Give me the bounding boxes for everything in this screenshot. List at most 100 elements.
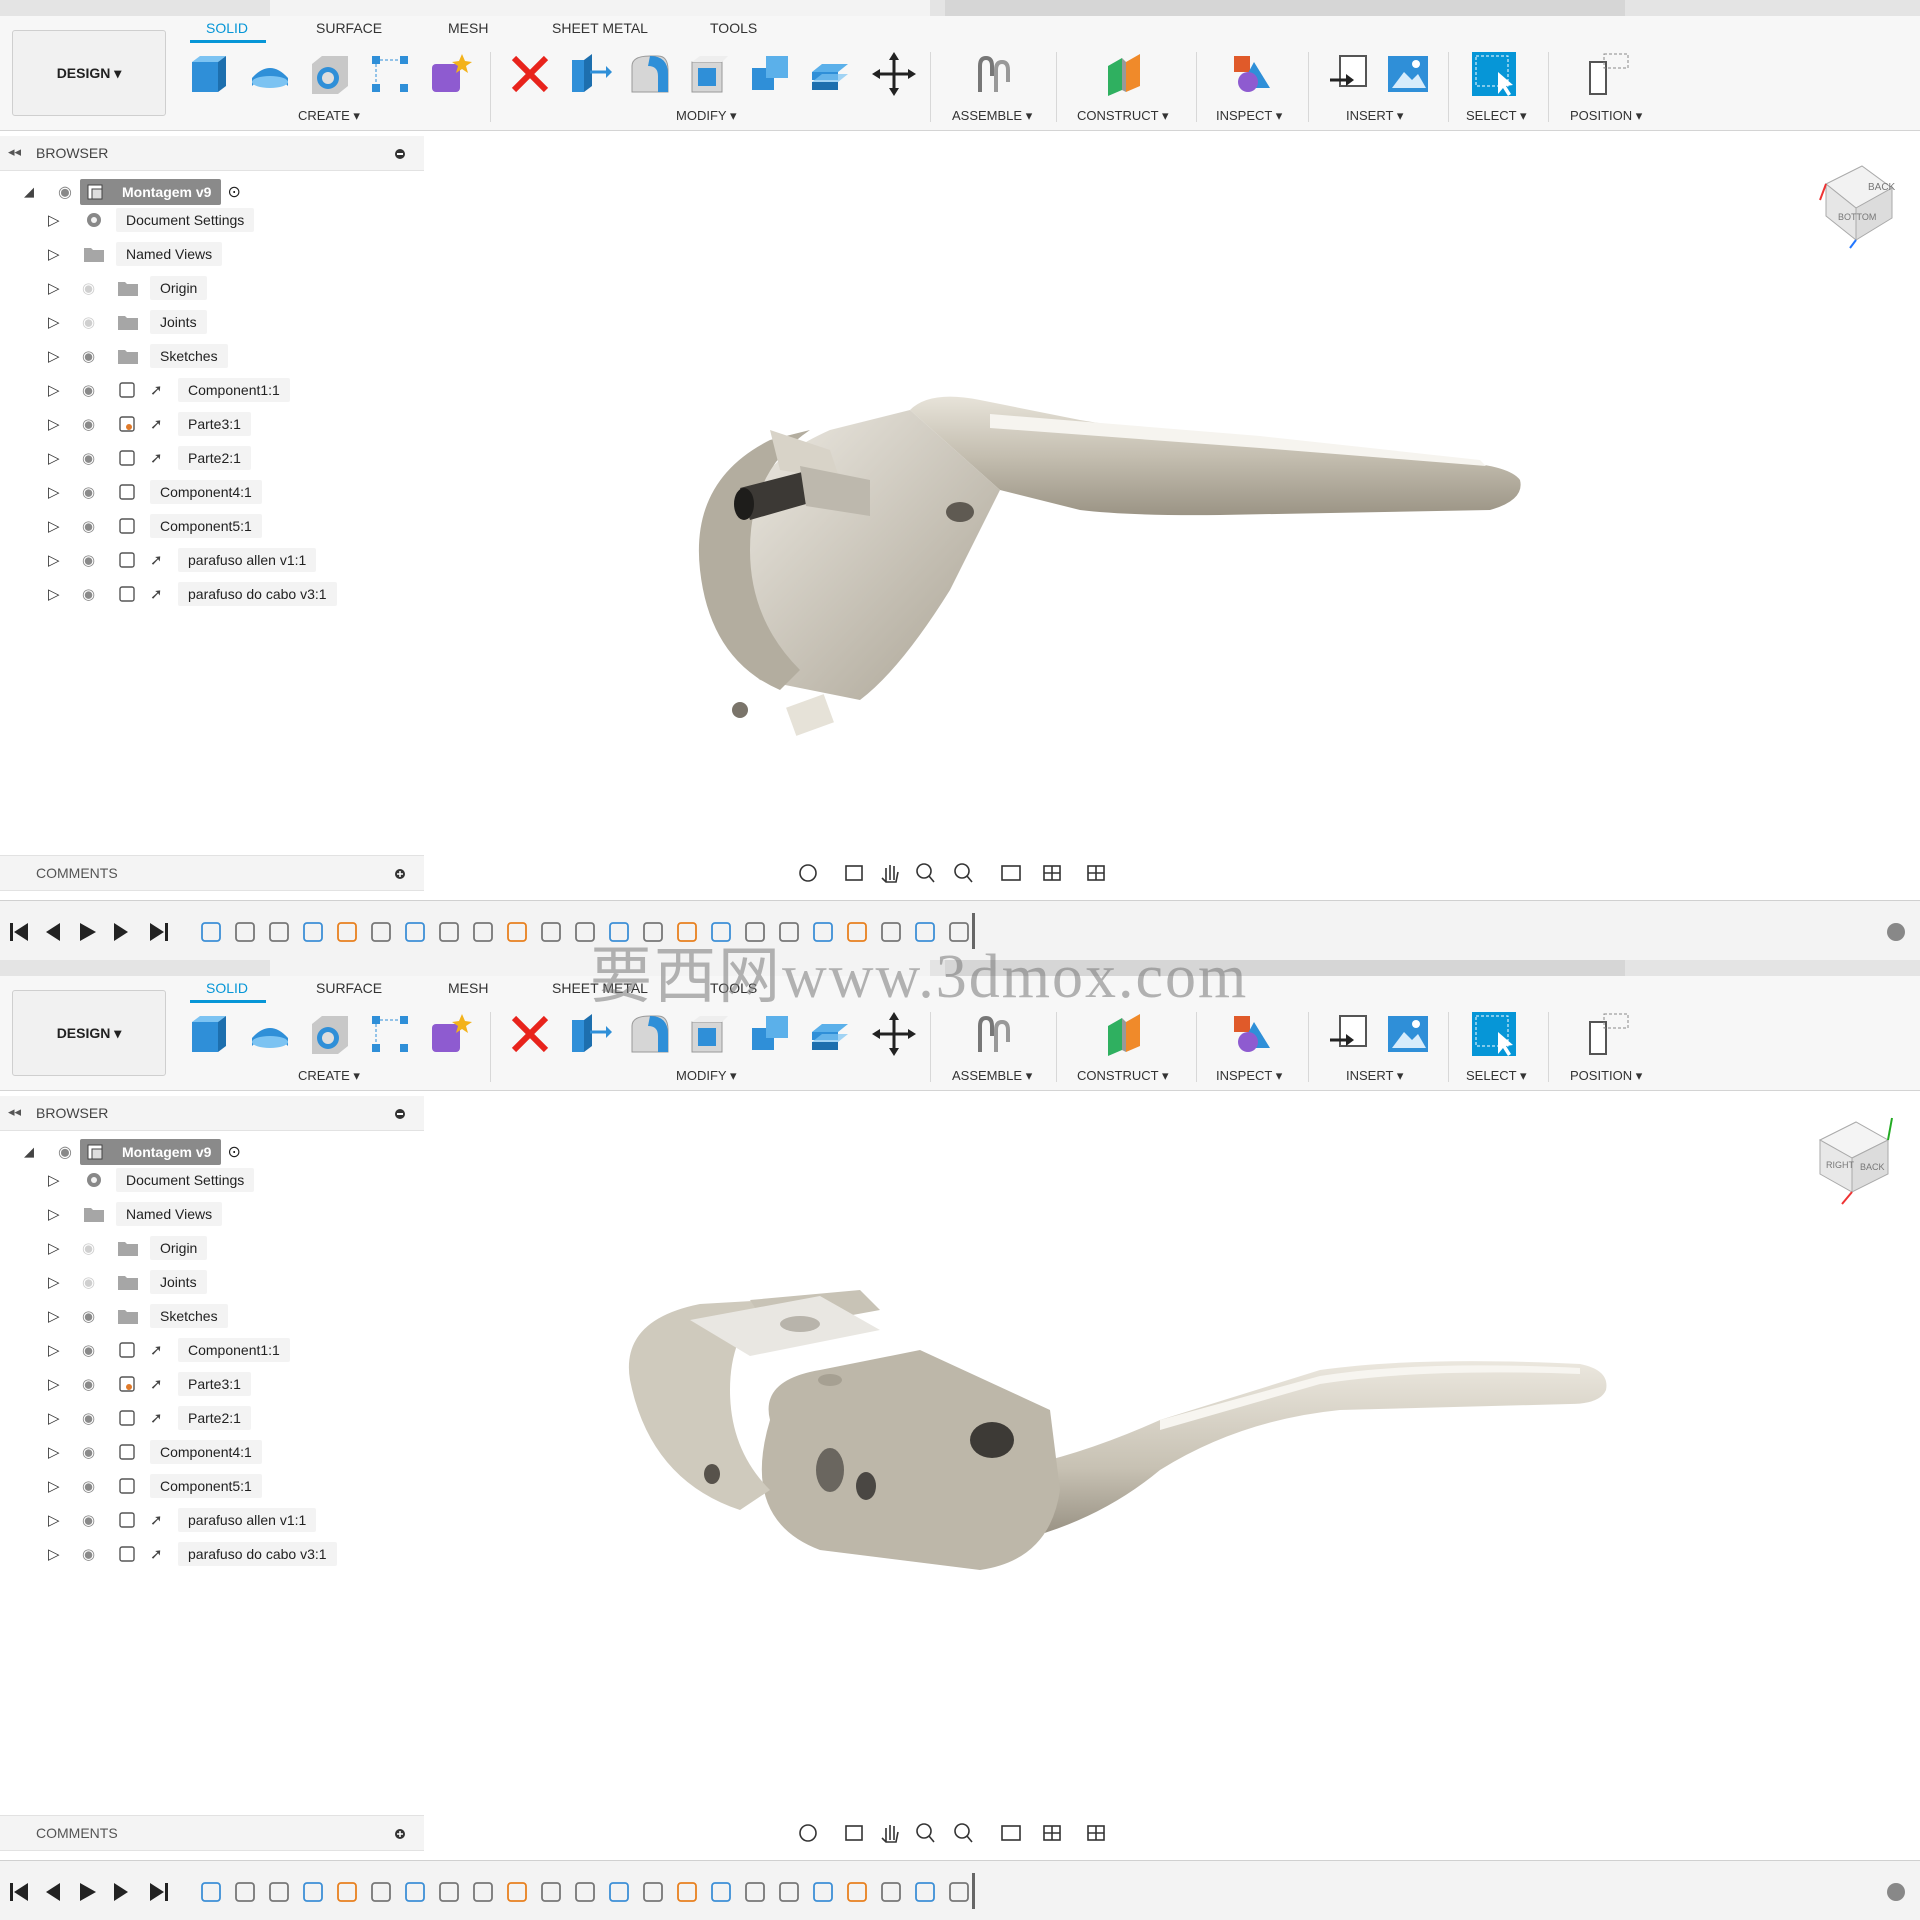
expand-triangle-icon[interactable]: ▷ [48, 1239, 82, 1257]
tree-item-row[interactable]: ▷ ◉ Origin [48, 274, 208, 302]
position-icon[interactable] [1586, 52, 1630, 96]
display-settings-icon[interactable] [1001, 865, 1021, 881]
tree-item-row[interactable]: ▷ Document Settings [48, 1166, 255, 1194]
revolve-icon[interactable] [248, 1012, 292, 1056]
joint-icon[interactable] [972, 52, 1016, 96]
collapse-triangle-icon[interactable]: ◢ [24, 1144, 58, 1160]
expand-triangle-icon[interactable]: ▷ [48, 1511, 82, 1529]
group-modify[interactable]: MODIFY ▾ [676, 1068, 736, 1084]
tree-item-row[interactable]: ▷ ◉ Component5:1 [48, 512, 262, 540]
tree-item-row[interactable]: ▷ ◉ ➚ parafuso allen v1:1 [48, 546, 317, 574]
tree-root-row[interactable]: ◢ ◉ Montagem v9 ⊙ [24, 1138, 241, 1166]
gear-icon[interactable] [1887, 923, 1905, 941]
group-position[interactable]: POSITION ▾ [1570, 108, 1642, 124]
tab-mesh[interactable]: MESH [448, 980, 488, 996]
group-construct[interactable]: CONSTRUCT ▾ [1077, 1068, 1169, 1084]
viewcube[interactable]: RIGHT BACK [1812, 1112, 1896, 1212]
visibility-eye-icon[interactable]: ◉ [82, 585, 116, 603]
timeline-feature-icon[interactable] [643, 1882, 663, 1902]
expand-triangle-icon[interactable]: ▷ [48, 1171, 82, 1189]
timeline-feature-icon[interactable] [507, 1882, 527, 1902]
tree-item-row[interactable]: ▷ ◉ Origin [48, 1234, 208, 1262]
group-inspect[interactable]: INSPECT ▾ [1216, 1068, 1282, 1084]
timeline-feature-icon[interactable] [303, 1882, 323, 1902]
expand-triangle-icon[interactable]: ▷ [48, 1443, 82, 1461]
tree-item-row[interactable]: ▷ ◉ Joints [48, 308, 207, 336]
delete-icon[interactable] [508, 1012, 552, 1056]
visibility-eye-icon[interactable]: ◉ [82, 1409, 116, 1427]
activate-radio-icon[interactable]: ⊙ [227, 182, 240, 202]
combine-icon[interactable] [748, 1012, 792, 1056]
position-icon[interactable] [1586, 1012, 1630, 1056]
construct-plane-icon[interactable] [1104, 1012, 1148, 1056]
timeline-feature-icon[interactable] [745, 1882, 765, 1902]
tree-item-row[interactable]: ▷ ◉ Component4:1 [48, 1438, 262, 1466]
select-icon[interactable] [1472, 1012, 1516, 1056]
construct-plane-icon[interactable] [1104, 52, 1148, 96]
pattern-icon[interactable] [368, 52, 412, 96]
inspect-icon[interactable] [1230, 1012, 1274, 1056]
tree-item-row[interactable]: ▷ ◉ Component4:1 [48, 478, 262, 506]
tree-item-row[interactable]: ▷ ◉ ➚ Parte3:1 [48, 1370, 251, 1398]
tab-sheet-metal[interactable]: SHEET METAL [552, 20, 648, 36]
timeline-prev-icon[interactable] [46, 923, 60, 941]
fillet-icon[interactable] [628, 1012, 672, 1056]
expand-triangle-icon[interactable]: ▷ [48, 1545, 82, 1563]
expand-triangle-icon[interactable]: ▷ [48, 551, 82, 569]
visibility-eye-icon[interactable]: ◉ [82, 347, 116, 365]
brake-lever-model[interactable] [620, 1260, 1620, 1600]
group-assemble[interactable]: ASSEMBLE ▾ [952, 1068, 1032, 1084]
tree-item-row[interactable]: ▷ ◉ Component5:1 [48, 1472, 262, 1500]
timeline-feature-icon[interactable] [575, 1882, 595, 1902]
visibility-eye-icon[interactable]: ◉ [58, 182, 80, 202]
viewcube[interactable]: BACK BOTTOM [1816, 154, 1896, 254]
shell-icon[interactable] [688, 1012, 732, 1056]
pin-icon[interactable] [394, 1108, 406, 1120]
zoom-icon[interactable] [916, 1823, 932, 1839]
tree-item-row[interactable]: ▷ ◉ ➚ Parte2:1 [48, 1404, 251, 1432]
workspace-dropdown[interactable]: DESIGN ▾ [12, 990, 166, 1076]
viewcube-face-bottom[interactable]: BOTTOM [1838, 212, 1876, 222]
visibility-eye-icon[interactable]: ◉ [82, 1511, 116, 1529]
zoom-window-icon[interactable] [954, 1823, 970, 1839]
inspect-icon[interactable] [1230, 52, 1274, 96]
timeline-feature-icon[interactable] [371, 922, 391, 942]
hidden-eye-icon[interactable]: ◉ [82, 1273, 116, 1291]
timeline-last-icon[interactable] [150, 923, 168, 941]
offset-face-icon[interactable] [808, 52, 852, 96]
expand-triangle-icon[interactable]: ▷ [48, 1307, 82, 1325]
expand-triangle-icon[interactable]: ▷ [48, 1375, 82, 1393]
timeline-feature-icon[interactable] [269, 922, 289, 942]
timeline-feature-icon[interactable] [337, 922, 357, 942]
insert-derive-icon[interactable] [1326, 52, 1370, 96]
timeline-feature-icon[interactable] [371, 1882, 391, 1902]
group-inspect[interactable]: INSPECT ▾ [1216, 108, 1282, 124]
expand-triangle-icon[interactable]: ▷ [48, 1341, 82, 1359]
zoom-icon[interactable] [916, 863, 932, 879]
timeline-first-icon[interactable] [10, 923, 28, 941]
tree-item-row[interactable]: ▷ ◉ Sketches [48, 342, 228, 370]
group-create[interactable]: CREATE ▾ [298, 108, 360, 124]
timeline-feature-icon[interactable] [541, 1882, 561, 1902]
group-position[interactable]: POSITION ▾ [1570, 1068, 1642, 1084]
visibility-eye-icon[interactable]: ◉ [58, 1142, 80, 1162]
visibility-eye-icon[interactable]: ◉ [82, 551, 116, 569]
group-select[interactable]: SELECT ▾ [1466, 1068, 1526, 1084]
group-construct[interactable]: CONSTRUCT ▾ [1077, 108, 1169, 124]
orbit-icon[interactable] [799, 1824, 817, 1842]
timeline-feature-icon[interactable] [439, 1882, 459, 1902]
timeline-last-icon[interactable] [150, 1883, 168, 1901]
visibility-eye-icon[interactable]: ◉ [82, 1375, 116, 1393]
add-comment-icon[interactable] [394, 1828, 406, 1840]
create-form-icon[interactable] [428, 52, 472, 96]
tree-item-row[interactable]: ▷ Named Views [48, 240, 223, 268]
timeline-feature-icon[interactable] [473, 922, 493, 942]
tree-item-row[interactable]: ▷ ◉ Joints [48, 1268, 207, 1296]
group-modify[interactable]: MODIFY ▾ [676, 108, 736, 124]
viewcube-face-back[interactable]: BACK [1868, 182, 1896, 193]
timeline-feature-icon[interactable] [337, 1882, 357, 1902]
hole-icon[interactable] [308, 52, 352, 96]
zoom-window-icon[interactable] [954, 863, 970, 879]
timeline-feature-icon[interactable] [405, 922, 425, 942]
timeline-feature-icon[interactable] [507, 922, 527, 942]
